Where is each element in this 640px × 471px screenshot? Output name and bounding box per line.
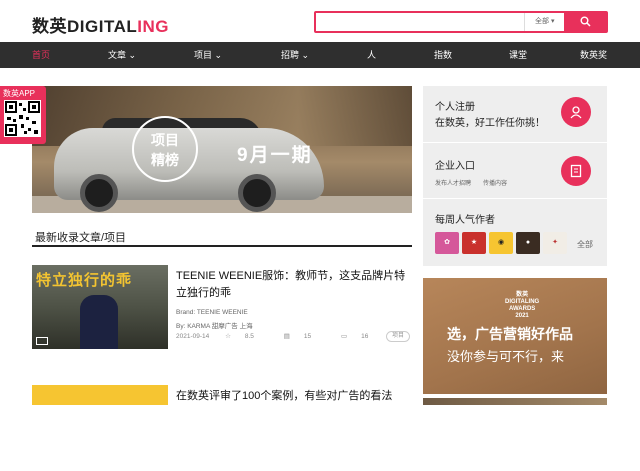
article-likes: ▤ 15: [284, 332, 325, 340]
author-avatar[interactable]: ★: [462, 232, 486, 254]
article-score: ☆ 8.5: [225, 332, 268, 340]
latest-section-title: 最新收录文章/项目: [35, 232, 127, 244]
bookmark-icon: ▤: [283, 333, 290, 340]
register-subtitle: 在数英，好工作任你挑！: [435, 118, 545, 129]
logo-cn: 数英: [32, 17, 67, 36]
nav-item-jobs[interactable]: 招聘 ⌄: [281, 42, 309, 68]
nav-item-articles[interactable]: 文章 ⌄: [108, 42, 136, 68]
car-wheel-rear: [238, 174, 276, 212]
site-logo[interactable]: 数英DIGITALING: [32, 12, 169, 37]
awards-badge: 数英 DIGITALING AWARDS 2021: [505, 292, 539, 320]
logo-en: DIGITAL: [67, 17, 138, 36]
banner-headline: 9月一期: [237, 145, 313, 166]
search-icon: [580, 16, 591, 27]
company-button[interactable]: [561, 156, 591, 186]
company-job-link[interactable]: 发布人才招聘: [435, 178, 471, 187]
article-date: 2021-09-14: [176, 333, 210, 340]
article-meta: 2021-09-14 ☆ 8.5 ▤ 15 ▭ 16: [176, 332, 396, 340]
weekly-authors-title: 每周人气作者: [435, 215, 495, 226]
search-input[interactable]: [320, 14, 518, 30]
search-scope-label: 全部: [535, 18, 549, 25]
weekly-authors-all-link[interactable]: 全部: [577, 239, 593, 250]
hero-banner[interactable]: 项目 精榜 9月一期: [32, 86, 412, 213]
nav-item-index[interactable]: 指数: [434, 42, 452, 68]
company-title[interactable]: 企业入口: [435, 157, 475, 172]
logo-ing: ING: [137, 17, 169, 36]
thumbnail-figure: [80, 295, 118, 349]
author-avatar[interactable]: ●: [516, 232, 540, 254]
article-thumbnail[interactable]: 特立独行的乖: [32, 265, 168, 349]
register-title[interactable]: 个人注册: [435, 98, 475, 113]
comment-icon: ▭: [340, 333, 348, 340]
article-type-tag: 项目: [385, 331, 410, 342]
article-brand: Brand: TEENIE WEENIE: [176, 309, 248, 316]
article-likes-value: 15: [303, 333, 312, 340]
author-avatar[interactable]: ✿: [435, 232, 459, 254]
article-card[interactable]: 在数英评审了100个案例，有些对广告的看法: [32, 385, 412, 471]
qr-label: 数英APP: [3, 89, 36, 98]
awards-badge-line4: 2021: [515, 313, 529, 319]
star-icon: ☆: [225, 333, 231, 340]
nav-item-awards[interactable]: 数英奖: [580, 42, 607, 68]
company-content-link[interactable]: 传播内容: [483, 178, 507, 187]
search-button[interactable]: [564, 13, 606, 31]
awards-badge-line2: DIGITALING: [505, 299, 540, 305]
nav-item-home[interactable]: 首页: [32, 42, 50, 68]
section-divider: [32, 245, 412, 247]
awards-badge-line1: 数英: [516, 292, 529, 298]
article-thumbnail[interactable]: [32, 385, 168, 405]
video-icon: [36, 337, 48, 345]
secondary-ad[interactable]: [423, 398, 607, 405]
nav-item-projects[interactable]: 项目 ⌄: [194, 42, 222, 68]
article-comments: ▭ 16: [341, 332, 382, 340]
main-nav: 首页 文章 ⌄ 项目 ⌄ 招聘 ⌄ 人 指数 课堂 数英奖: [0, 42, 640, 68]
qr-code-icon: [5, 101, 40, 136]
article-title[interactable]: TEENIE WEENIE服饰：教师节，这支品牌片特立独行的乖: [176, 268, 410, 302]
article-card[interactable]: 特立独行的乖 TEENIE WEENIE服饰：教师节，这支品牌片特立独行的乖 B…: [32, 265, 412, 351]
article-title[interactable]: 在数英评审了100个案例，有些对广告的看法: [176, 388, 410, 405]
banner-circle-line1: 项目: [151, 132, 179, 148]
banner-circle-label: 项目 精榜: [132, 116, 198, 182]
author-avatar[interactable]: ◉: [489, 232, 513, 254]
user-icon: [570, 106, 582, 119]
register-button[interactable]: [561, 97, 591, 127]
document-icon: [570, 164, 582, 178]
panel-divider: [423, 142, 607, 143]
article-score-value: 8.5: [244, 333, 254, 340]
author-avatar[interactable]: ✦: [543, 232, 567, 254]
top-header: 数英DIGITALING 全部 ▾: [0, 0, 640, 42]
article-author: By: KARMA 甜摩广告 上海: [176, 323, 253, 330]
article-comments-value: 16: [361, 333, 369, 340]
panel-divider: [423, 198, 607, 199]
qr-code: [4, 100, 41, 137]
awards-ad-banner[interactable]: 数英 DIGITALING AWARDS 2021 选，广告营销好作品 没你参与…: [423, 278, 607, 394]
app-qr-badge[interactable]: 数英APP: [0, 86, 46, 144]
awards-badge-line3: AWARDS: [508, 306, 536, 312]
nav-item-courses[interactable]: 课堂: [509, 42, 527, 68]
ad-subline: 没你参与可不行，来: [447, 349, 565, 364]
search-box: 全部 ▾: [314, 11, 608, 33]
car-wheel-front: [80, 174, 118, 212]
banner-circle-line2: 精榜: [151, 152, 179, 168]
sidebar-panel: 个人注册 在数英，好工作任你挑！ 企业入口 发布人才招聘 传播内容 每周人气作者…: [423, 86, 607, 266]
ad-headline: 选，广告营销好作品: [447, 326, 573, 342]
nav-item-people[interactable]: 人: [367, 42, 376, 68]
thumbnail-text: 特立独行的乖: [36, 272, 133, 289]
